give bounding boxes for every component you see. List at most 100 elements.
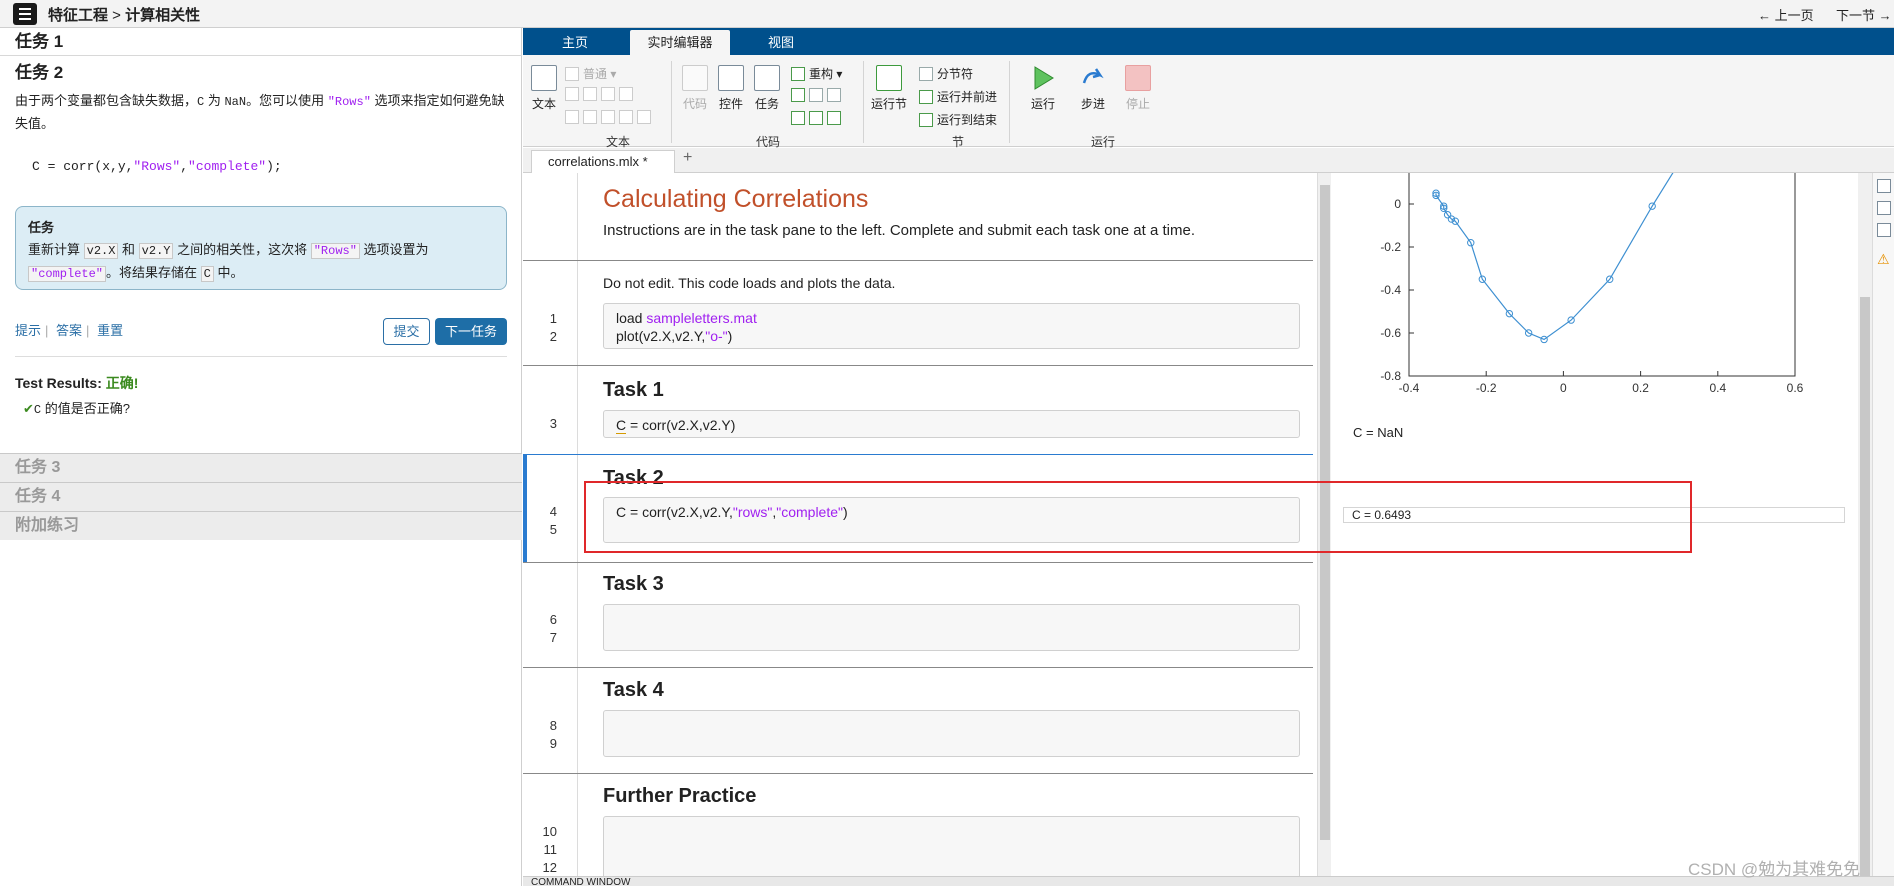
code-block-task1[interactable]: C = corr(v2.X,v2.Y) (603, 410, 1300, 438)
refactor-button[interactable]: 重构 ▾ (791, 65, 842, 82)
numbered-list-icon[interactable] (583, 110, 597, 124)
box-text: 之间的相关性，这次将 (173, 242, 311, 257)
run-to-end-button[interactable]: 运行到结束 (919, 111, 997, 128)
task-3-heading[interactable]: Task 3 (603, 573, 664, 596)
task-4-heading[interactable]: Task 4 (603, 679, 664, 702)
align-center-icon[interactable] (619, 110, 633, 124)
increase-indent-icon[interactable] (827, 111, 841, 125)
link-separator: | (45, 323, 49, 338)
output-right-icon[interactable] (1877, 201, 1891, 215)
code-string: "Rows" (133, 159, 181, 174)
text-button[interactable]: 文本 (529, 65, 559, 112)
comment-icon[interactable] (791, 88, 805, 102)
check-text: 的值是否正确? (41, 401, 130, 416)
command-window-label[interactable]: COMMAND WINDOW (531, 877, 630, 886)
output-c-nan: C = NaN (1353, 425, 1404, 440)
refactor-label: 重构 (809, 67, 834, 81)
run-advance-label: 运行并前进 (937, 90, 998, 104)
reset-link[interactable]: 重置 (97, 323, 123, 338)
task-3-header[interactable]: 任务 3 (0, 453, 522, 482)
run-button[interactable]: 运行 (1028, 65, 1058, 112)
bold-icon[interactable] (565, 87, 579, 101)
line-plot[interactable]: -0.4 -0.2 0 0.2 0.4 0.6 0 -0.2 -0.4 -0.6 -0.8 (1332, 173, 1857, 403)
underline-icon[interactable] (601, 87, 615, 101)
code-button[interactable]: 代码 (680, 65, 710, 112)
line-number: 10 (542, 824, 557, 839)
task-4-header[interactable]: 任务 4 (0, 482, 522, 511)
section-break-button[interactable]: 分节符 (919, 65, 973, 82)
monospace-icon[interactable] (619, 87, 633, 101)
code-block-load[interactable]: load sampleletters.mat plot(v2.X,v2.Y,"o… (603, 303, 1300, 349)
step-label: 步进 (1080, 97, 1105, 111)
run-section-label: 运行节 (870, 97, 907, 111)
task-1-heading[interactable]: Task 1 (603, 379, 664, 402)
smart-indent-icon[interactable] (791, 111, 805, 125)
italic-icon[interactable] (583, 87, 597, 101)
control-icon (718, 65, 744, 91)
align-right-icon[interactable] (637, 110, 651, 124)
hint-link[interactable]: 提示 (15, 323, 41, 338)
tab-home[interactable]: 主页 (523, 30, 627, 55)
code-block-task4[interactable] (603, 710, 1300, 757)
line-number: 5 (549, 522, 557, 537)
code-text: load (616, 310, 647, 326)
section-divider (523, 773, 1313, 774)
line-number: 9 (549, 736, 557, 751)
code-tools-row2 (791, 111, 845, 125)
decrease-indent-icon[interactable] (809, 111, 823, 125)
list-icon[interactable] (565, 110, 579, 124)
line-number: 2 (549, 329, 557, 344)
box-code-v2y: v2.Y (138, 243, 174, 259)
x-tick-label: -0.2 (1476, 381, 1497, 395)
output-scrollbar-thumb[interactable] (1860, 297, 1870, 877)
output-scrollbar[interactable] (1858, 173, 1872, 886)
task-2-header[interactable]: 任务 2 (0, 60, 522, 86)
text-icon (531, 65, 557, 91)
tab-view[interactable]: 视图 (733, 30, 829, 55)
new-tab-button[interactable]: + (683, 149, 692, 167)
code-block-task3[interactable] (603, 604, 1300, 651)
indent-icon[interactable] (827, 88, 841, 102)
run-advance-button[interactable]: 运行并前进 (919, 88, 997, 105)
tab-live-editor[interactable]: 实时编辑器 (630, 30, 730, 55)
stop-button[interactable]: 停止 (1123, 65, 1153, 112)
breadcrumb-parent[interactable]: 特征工程 (48, 7, 108, 24)
style-dropdown[interactable]: 普通 ▾ (565, 65, 616, 82)
control-button[interactable]: 控件 (716, 65, 746, 112)
do-not-edit-note[interactable]: Do not edit. This code loads and plots t… (603, 275, 895, 291)
tab-correlations-mlx[interactable]: correlations.mlx * (531, 150, 675, 173)
task-1-header[interactable]: 任务 1 (0, 28, 522, 56)
run-section-button[interactable]: 运行节 (869, 65, 909, 112)
code-icon (682, 65, 708, 91)
active-section-indicator (523, 455, 527, 562)
wrap-icon[interactable] (809, 88, 823, 102)
warning-icon[interactable]: ⚠ (1877, 251, 1890, 268)
prev-page-link[interactable]: ← 上一页 (1758, 5, 1814, 24)
document-instructions[interactable]: Instructions are in the task pane to the… (603, 222, 1195, 239)
y-tick-label: -0.6 (1380, 326, 1401, 340)
desc-code-nan: NaN (224, 95, 247, 109)
extra-practice-header[interactable]: 附加练习 (0, 511, 522, 540)
task-button[interactable]: 任务 (752, 65, 782, 112)
check-icon: ✔ (23, 401, 34, 416)
further-practice-heading[interactable]: Further Practice (603, 785, 756, 808)
answer-link[interactable]: 答案 (56, 323, 82, 338)
menu-icon[interactable] (13, 3, 37, 25)
output-hide-icon[interactable] (1877, 223, 1891, 237)
submit-button[interactable]: 提交 (383, 318, 430, 345)
step-icon (1082, 68, 1104, 84)
step-button[interactable]: 步进 (1078, 65, 1108, 112)
line-number: 6 (549, 612, 557, 627)
output-inline-icon[interactable] (1877, 179, 1891, 193)
x-tick-label: 0.4 (1709, 381, 1726, 395)
task-links: 提示 | 答案 | 重置 (15, 320, 127, 339)
align-left-icon[interactable] (601, 110, 615, 124)
code-text: plot(v2.X,v2.Y, (616, 328, 706, 344)
next-section-link[interactable]: 下一节 → (1836, 5, 1892, 24)
next-task-button[interactable]: 下一任务 (435, 318, 507, 345)
task-box-title: 任务 (28, 220, 55, 235)
document-title[interactable]: Calculating Correlations (603, 185, 868, 214)
desc-code-rows: "Rows" (327, 95, 371, 109)
breadcrumb-sep: > (108, 7, 126, 24)
top-bar: 特征工程 > 计算相关性 ← 上一页 下一节 → (0, 0, 1894, 28)
